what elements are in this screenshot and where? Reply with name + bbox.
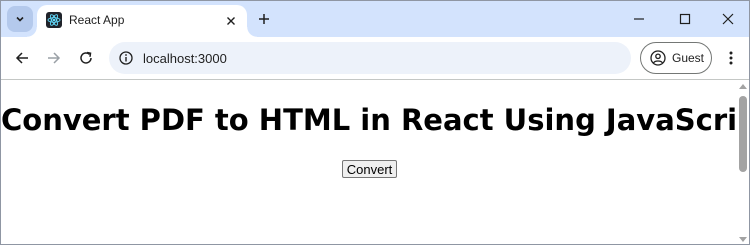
forward-button[interactable] bbox=[41, 45, 67, 71]
new-tab-button[interactable] bbox=[253, 8, 275, 30]
browser-toolbar: localhost:3000 Guest bbox=[1, 37, 749, 79]
browser-window: React App localhost:3000 Guest Convert P… bbox=[0, 0, 750, 245]
convert-button[interactable]: Convert bbox=[342, 160, 397, 178]
close-icon bbox=[227, 17, 235, 25]
back-button[interactable] bbox=[9, 45, 35, 71]
maximize-button[interactable] bbox=[662, 5, 708, 33]
forward-arrow-icon bbox=[48, 52, 61, 64]
address-bar[interactable]: localhost:3000 bbox=[109, 42, 631, 74]
browser-menu-button[interactable] bbox=[719, 45, 743, 71]
plus-icon bbox=[259, 14, 269, 24]
close-icon bbox=[722, 13, 734, 25]
maximize-icon bbox=[679, 13, 691, 25]
url-text: localhost:3000 bbox=[143, 51, 227, 66]
window-close-button[interactable] bbox=[705, 5, 749, 33]
minimize-icon bbox=[634, 18, 644, 20]
tab-title: React App bbox=[69, 13, 125, 27]
scroll-up-arrow-icon[interactable] bbox=[739, 84, 747, 89]
vertical-scrollbar[interactable] bbox=[737, 80, 749, 244]
page-title: Convert PDF to HTML in React Using JavaS… bbox=[1, 103, 750, 137]
chevron-down-icon bbox=[16, 16, 24, 22]
kebab-menu-icon bbox=[729, 51, 733, 65]
profile-label: Guest bbox=[672, 51, 705, 65]
info-icon[interactable] bbox=[118, 50, 134, 66]
profile-button[interactable]: Guest bbox=[640, 42, 712, 74]
minimize-button[interactable] bbox=[616, 5, 662, 33]
scrollbar-thumb[interactable] bbox=[739, 96, 747, 172]
tab-strip: React App bbox=[1, 1, 749, 37]
page-viewport: Convert PDF to HTML in React Using JavaS… bbox=[1, 79, 750, 244]
reload-button[interactable] bbox=[73, 45, 99, 71]
reload-icon bbox=[80, 51, 92, 64]
back-arrow-icon bbox=[15, 52, 28, 64]
tab-close-button[interactable] bbox=[221, 11, 241, 31]
tab-react-app[interactable]: React App bbox=[27, 5, 257, 37]
react-logo-icon bbox=[46, 12, 62, 28]
scroll-down-arrow-icon[interactable] bbox=[739, 237, 747, 242]
person-circle-icon bbox=[650, 50, 666, 66]
